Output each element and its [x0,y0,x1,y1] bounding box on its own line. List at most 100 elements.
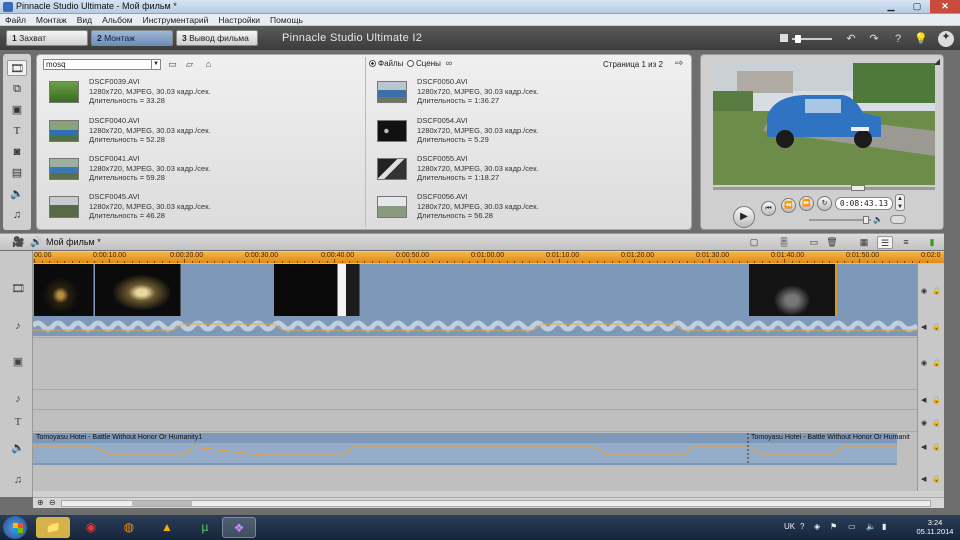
speaker-icon[interactable]: ◀ [921,396,926,404]
list-item[interactable]: DSCF0041.AVI 1280x720, MJPEG, 30.03 кадр.… [49,154,349,188]
pinnacle-studio-icon[interactable]: ❖ [222,517,256,538]
photos-icon[interactable]: ◙ [7,144,27,160]
redo-icon[interactable]: ↷ [868,33,880,45]
lock-icon[interactable]: 🔒 [932,419,941,427]
split-clip-icon[interactable]: ▭ [806,236,822,249]
menu-album[interactable]: Альбом [97,14,138,26]
video-clip[interactable] [274,264,360,316]
music-track[interactable]: Tomoyasu Hotei - Battle Without Honor Or… [33,433,910,465]
lock-icon[interactable]: 🔒 [932,287,941,295]
video-clip[interactable] [95,264,181,316]
storyboard-view-icon[interactable]: ▦ [856,236,872,249]
menu-toolbox[interactable]: Инструментарий [138,14,214,26]
preview-screen[interactable] [713,61,935,185]
track-area[interactable]: Tomoyasu Hotei - Battle Without Honor Or… [31,263,919,491]
lock-icon[interactable]: 🔒 [932,359,941,367]
activate-icon[interactable]: ✦ [938,31,954,47]
files-radio[interactable]: Файлы [369,59,403,69]
open-folder-icon[interactable]: ▱ [184,59,195,70]
timeline-view-icon[interactable]: ☰ [877,236,893,249]
effects-icon[interactable]: ▣ [7,102,27,118]
taskbar-clock[interactable]: 3:24 05.11.2014 [912,518,958,536]
timecode-display[interactable]: 0:08:43.13 [835,197,893,210]
menu-edit[interactable]: Монтаж [31,14,72,26]
tab-capture[interactable]: 1 Захват [6,30,88,46]
list-item[interactable]: DSCF0050.AVI 1280x720, MJPEG, 30.03 кадр.… [377,77,677,111]
help-icon[interactable]: ? [892,33,904,45]
lock-icon[interactable]: 🔒 [932,323,941,331]
speaker-icon[interactable]: ◀ [921,323,926,331]
trash-icon[interactable]: 🗑 [824,236,840,249]
timeline-ruler[interactable]: 00.00 0:00:10.00 0:00:20.00 0:00:30.00 0… [33,252,944,263]
zoom-in-icon[interactable]: ⊕ [37,498,44,507]
zoom-out-icon[interactable]: ⊖ [49,498,56,507]
video-clip[interactable] [749,264,837,316]
volume-tray-icon[interactable]: 🔈 [866,522,876,531]
fast-forward-button[interactable]: ⏩ [799,196,814,211]
lightbulb-icon[interactable]: 💡 [914,33,928,45]
lock-icon[interactable]: 🔒 [932,396,941,404]
eye-icon[interactable]: ◉ [921,359,927,367]
scrollbar-thumb[interactable] [132,501,192,506]
list-item[interactable]: DSCF0055.AVI 1280x720, MJPEG, 30.03 кадр.… [377,154,677,188]
music-icon[interactable]: ♫ [7,207,27,223]
timeline-scrollbar[interactable] [61,500,931,507]
aimp-icon[interactable]: ▲ [150,517,184,538]
master-volume-knob[interactable] [795,35,801,43]
preview-toggle[interactable] [890,215,906,224]
monitor-tray-icon[interactable]: ▭ [848,522,856,531]
menu-file[interactable]: Файл [0,14,31,26]
speaker-icon[interactable]: ◀ [921,443,926,451]
utorrent-icon[interactable]: µ [188,517,222,538]
video-clip[interactable] [34,264,94,316]
scenes-radio[interactable]: Сцены [407,59,441,69]
maximize-button[interactable]: ▢ [904,0,930,13]
menus-icon[interactable]: ▤ [7,165,27,181]
text-view-icon[interactable]: ≡ [898,236,914,249]
lock-icon[interactable]: 🔒 [932,443,941,451]
firefox-icon[interactable]: ◍ [112,517,146,538]
rewind-button[interactable]: ⏪ [781,198,796,213]
start-button[interactable] [3,516,27,539]
eye-icon[interactable]: ◉ [921,287,927,295]
loop-button[interactable]: ↻ [817,196,832,211]
menu-settings[interactable]: Настройки [213,14,265,26]
battery-tray-icon[interactable]: ▮ [882,522,886,531]
folder-up-icon[interactable]: ▭ [167,59,178,70]
video-track[interactable] [33,264,917,316]
preview-volume-slider[interactable] [809,219,871,221]
scrubber-handle[interactable] [851,185,865,191]
glasses-icon[interactable]: ∞ [441,58,457,69]
tab-make-movie[interactable]: 3 Вывод фильма [176,30,258,46]
list-item[interactable]: DSCF0040.AVI 1280x720, MJPEG, 30.03 кадр.… [49,116,349,150]
timecode-stepper[interactable]: ▲ ▼ [895,194,905,211]
speaker-icon[interactable]: ◀ [921,475,926,483]
menu-help[interactable]: Помощь [265,14,308,26]
preview-scrubber[interactable] [713,187,935,190]
eye-icon[interactable]: ◉ [921,419,927,427]
titles-icon[interactable]: T [7,123,27,139]
go-to-start-button[interactable]: ⏮ [761,201,776,216]
flag-tray-icon[interactable]: ⚑ [830,522,837,531]
list-item[interactable]: DSCF0039.AVI 1280x720, MJPEG, 30.03 кадр.… [49,77,349,111]
chrome-icon[interactable]: ◉ [74,517,108,538]
explorer-icon[interactable]: 📁 [36,517,70,538]
sound-effects-icon[interactable]: 🔈 [7,186,27,202]
transitions-icon[interactable]: ⧉ [7,81,27,97]
preview-volume-knob[interactable] [863,216,869,224]
lock-icon[interactable]: 🔒 [932,475,941,483]
close-button[interactable]: ✕ [930,0,960,13]
list-item[interactable]: DSCF0054.AVI 1280x720, MJPEG, 30.03 кадр.… [377,116,677,150]
video-album-icon[interactable]: 🎞 [7,60,27,76]
play-button[interactable]: ▶ [733,206,755,228]
tab-edit[interactable]: 2 Монтаж [91,30,173,46]
video-audio-track[interactable] [31,316,919,336]
list-item[interactable]: DSCF0056.AVI 1280x720, MJPEG, 30.03 кадр.… [377,192,677,226]
minimize-button[interactable]: ▁ [878,0,904,13]
folder-dropdown[interactable]: mosq ▼ [43,59,161,70]
help-tray-icon[interactable]: ? [800,522,804,531]
list-item[interactable]: DSCF0045.AVI 1280x720, MJPEG, 30.03 кадр.… [49,192,349,226]
undo-icon[interactable]: ↶ [845,33,857,45]
audio-mixer-icon[interactable]: 🎚 [776,236,792,249]
next-page-icon[interactable]: ⇨ [675,58,683,69]
